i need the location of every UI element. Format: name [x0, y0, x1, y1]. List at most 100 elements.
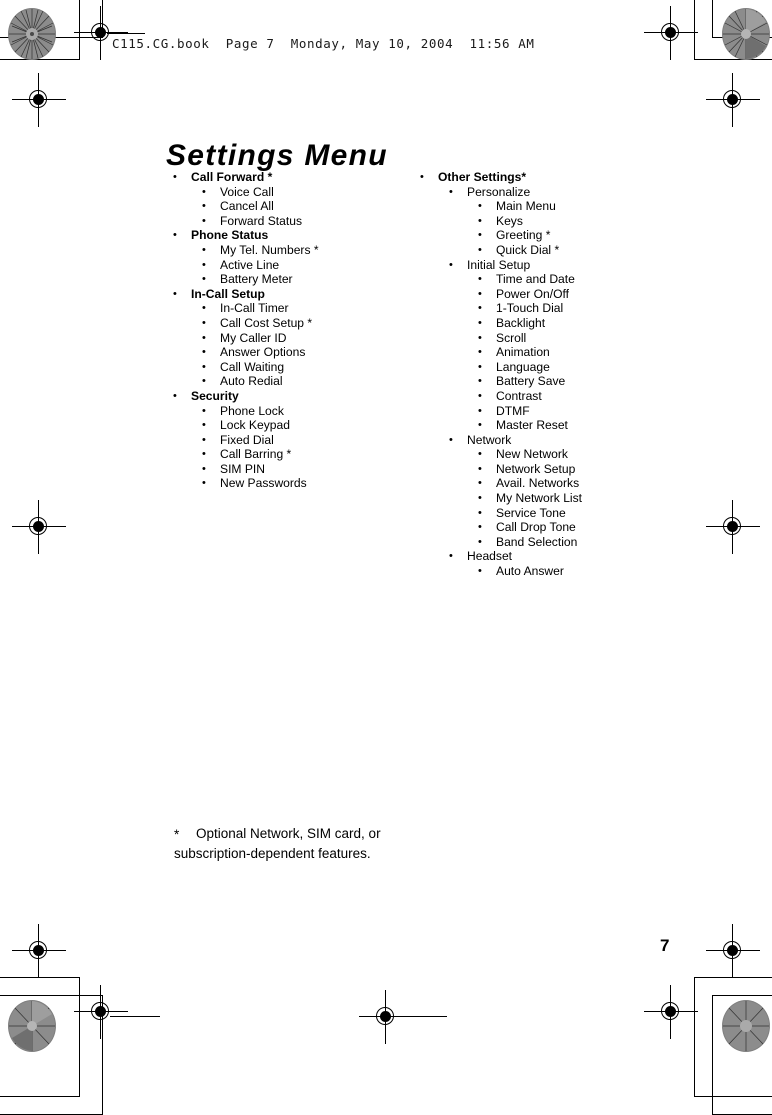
bullet-icon: •	[478, 419, 482, 432]
menu-item-level-2: • Cancel All	[166, 199, 396, 214]
menu-item-level-1: • Phone Status	[166, 228, 396, 243]
color-wheel-top-right	[722, 8, 770, 60]
page-title: Settings Menu	[166, 139, 388, 173]
bullet-icon: •	[202, 433, 206, 446]
menu-item-level-2: • Lock Keypad	[166, 418, 396, 433]
bullet-icon: •	[478, 389, 482, 402]
menu-item-label: Forward Status	[220, 213, 302, 228]
menu-item-level-2: • Headset	[413, 549, 663, 564]
bullet-icon: •	[478, 492, 482, 505]
menu-item-level-2: • New Passwords	[166, 476, 396, 491]
menu-item-level-3: • Backlight	[413, 316, 663, 331]
bullet-icon: •	[478, 302, 482, 315]
bullet-icon: •	[420, 171, 424, 183]
menu-item-label: Auto Answer	[496, 564, 564, 579]
bullet-icon: •	[478, 243, 482, 256]
registration-mark-bottom-left	[74, 985, 128, 1039]
bullet-icon: •	[202, 302, 206, 315]
bullet-icon: •	[202, 243, 206, 256]
bullet-icon: •	[449, 258, 453, 271]
registration-mark-left-lower	[12, 924, 66, 978]
menu-item-label: Personalize	[467, 184, 531, 199]
bullet-icon: •	[478, 521, 482, 534]
menu-item-label: Call Cost Setup *	[220, 315, 313, 330]
menu-item-label: Phone Status	[191, 228, 269, 243]
color-wheel-bottom-right	[722, 1000, 770, 1052]
menu-item-label: 1-Touch Dial	[496, 301, 564, 316]
menu-item-level-2: • Answer Options	[166, 345, 396, 360]
menu-item-label: Security	[191, 388, 239, 403]
menu-item-label: New Passwords	[220, 476, 307, 491]
menu-item-label: My Tel. Numbers *	[220, 242, 319, 257]
menu-item-label: Network	[467, 432, 512, 447]
bullet-icon: •	[478, 287, 482, 300]
bullet-icon: •	[173, 389, 177, 402]
menu-item-level-3: • Network Setup	[413, 462, 663, 477]
menu-item-level-3: • 1-Touch Dial	[413, 301, 663, 316]
bullet-icon: •	[202, 419, 206, 432]
bullet-icon: •	[202, 331, 206, 344]
bullet-icon: •	[173, 229, 177, 242]
bullet-icon: •	[478, 331, 482, 344]
menu-item-level-2: • My Caller ID	[166, 331, 396, 346]
menu-item-level-3: • My Network List	[413, 491, 663, 506]
menu-item-level-3: • Call Drop Tone	[413, 520, 663, 535]
menu-item-label: Contrast	[496, 388, 542, 403]
menu-item-label: Initial Setup	[467, 257, 531, 272]
menu-item-level-3: • Language	[413, 360, 663, 375]
menu-item-label: Network Setup	[496, 461, 576, 476]
menu-item-label: Power On/Off	[496, 286, 570, 301]
registration-mark-bottom-right	[644, 985, 698, 1039]
bullet-icon: •	[202, 404, 206, 417]
registration-mark-right-upper	[706, 73, 760, 127]
bullet-icon: •	[478, 273, 482, 286]
bullet-icon: •	[478, 346, 482, 359]
registration-mark-left-upper	[12, 73, 66, 127]
menu-item-label: Keys	[496, 213, 523, 228]
menu-item-level-2: • Phone Lock	[166, 404, 396, 419]
menu-item-label: Headset	[467, 549, 513, 564]
menu-item-level-3: • Greeting *	[413, 228, 663, 243]
color-wheel-graphic	[723, 9, 769, 59]
menu-item-level-3: • Time and Date	[413, 272, 663, 287]
bullet-icon: •	[478, 506, 482, 519]
menu-item-label: Call Waiting	[220, 359, 285, 374]
menu-item-label: Main Menu	[496, 199, 556, 214]
menu-item-label: Scroll	[496, 330, 527, 345]
menu-item-label: Service Tone	[496, 505, 566, 520]
menu-item-label: In-Call Setup	[191, 286, 265, 301]
menu-item-level-3: • Band Selection	[413, 535, 663, 550]
menu-item-label: Fixed Dial	[220, 432, 274, 447]
menu-item-label: Call Forward *	[191, 170, 273, 184]
footnote-marker: *	[174, 827, 180, 842]
bullet-icon: •	[202, 316, 206, 329]
menu-item-label: In-Call Timer	[220, 301, 289, 316]
menu-item-label: Backlight	[496, 315, 546, 330]
menu-item-label: Battery Meter	[220, 272, 293, 287]
menu-item-label: My Caller ID	[220, 330, 287, 345]
menu-item-level-3: • DTMF	[413, 404, 663, 419]
menu-item-level-3: • Keys	[413, 214, 663, 229]
color-wheel-graphic	[723, 1001, 769, 1051]
menu-item-level-2: • Call Cost Setup *	[166, 316, 396, 331]
bullet-icon: •	[202, 360, 206, 373]
menu-item-level-3: • Power On/Off	[413, 287, 663, 302]
bullet-icon: •	[449, 433, 453, 446]
menu-item-level-3: • Master Reset	[413, 418, 663, 433]
menu-item-label: Band Selection	[496, 534, 578, 549]
bottom-rule-right	[397, 1016, 447, 1017]
slug-rule	[107, 33, 145, 34]
bullet-icon: •	[478, 535, 482, 548]
footnote-text: Optional Network, SIM card, or subscript…	[174, 826, 381, 861]
bullet-icon: •	[202, 462, 206, 475]
bullet-icon: •	[202, 258, 206, 271]
menu-item-label: DTMF	[496, 403, 530, 418]
menu-item-label: Phone Lock	[220, 403, 284, 418]
bullet-icon: •	[202, 200, 206, 213]
bullet-icon: •	[478, 200, 482, 213]
menu-item-label: Answer Options	[220, 345, 306, 360]
menu-item-level-3: • New Network	[413, 447, 663, 462]
menu-item-label: Cancel All	[220, 199, 274, 214]
menu-item-label: Call Barring *	[220, 447, 292, 462]
menu-item-level-2: • Auto Redial	[166, 374, 396, 389]
